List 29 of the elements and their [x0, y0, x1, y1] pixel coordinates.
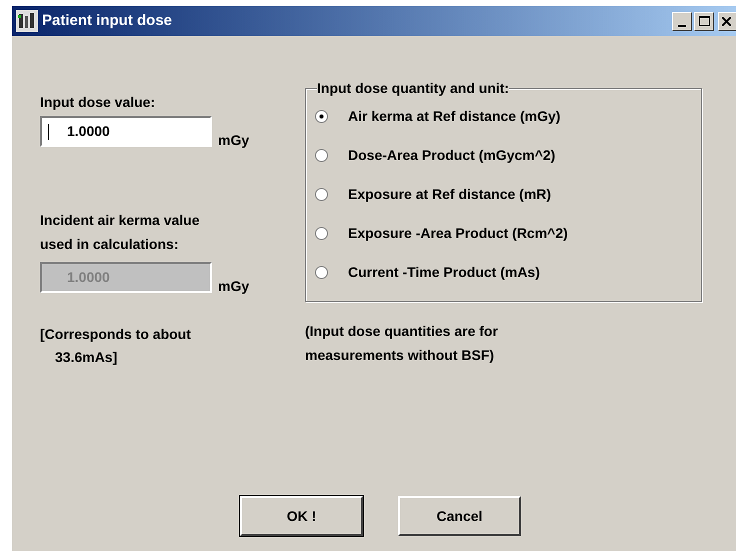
- minimize-button[interactable]: [672, 12, 692, 30]
- field-value: 1.0000: [67, 122, 110, 141]
- field-value: 1.0000: [67, 268, 110, 287]
- unit-label: mGy: [218, 277, 250, 296]
- radio-option[interactable]: Air kerma at Ref distance (mGy): [315, 106, 701, 126]
- field-label: Input dose value:: [40, 93, 156, 112]
- app-icon: [16, 10, 38, 32]
- note-text: (Input dose quantities are for: [305, 322, 499, 341]
- close-icon: [722, 16, 731, 26]
- group-legend: Input dose quantity and unit:: [317, 80, 510, 96]
- dialog-button[interactable]: Cancel: [398, 496, 521, 536]
- note-text: measurements without BSF): [305, 346, 496, 365]
- text-cursor: [48, 124, 49, 140]
- minimize-icon: [678, 24, 686, 26]
- field-label: used in calculations:: [40, 235, 180, 254]
- value-field[interactable]: 1.0000: [40, 116, 212, 147]
- maximize-button[interactable]: [694, 12, 714, 30]
- radio-option[interactable]: Exposure at Ref distance (mR): [315, 184, 701, 204]
- radio-option[interactable]: Current -Time Product (mAs): [315, 262, 701, 282]
- close-button[interactable]: [718, 12, 736, 30]
- radio-option[interactable]: Exposure -Area Product (Rcm^2): [315, 223, 701, 243]
- radio-option[interactable]: Dose-Area Product (mGycm^2): [315, 145, 701, 165]
- maximize-icon: [698, 16, 710, 26]
- dialog-button[interactable]: OK !: [240, 496, 363, 536]
- window-title: Patient input dose: [42, 10, 174, 31]
- info-text: 33.6mAs]: [54, 348, 118, 367]
- field-label: Incident air kerma value: [40, 211, 201, 230]
- unit-label: mGy: [218, 131, 250, 150]
- info-text: [Corresponds to about: [40, 325, 192, 344]
